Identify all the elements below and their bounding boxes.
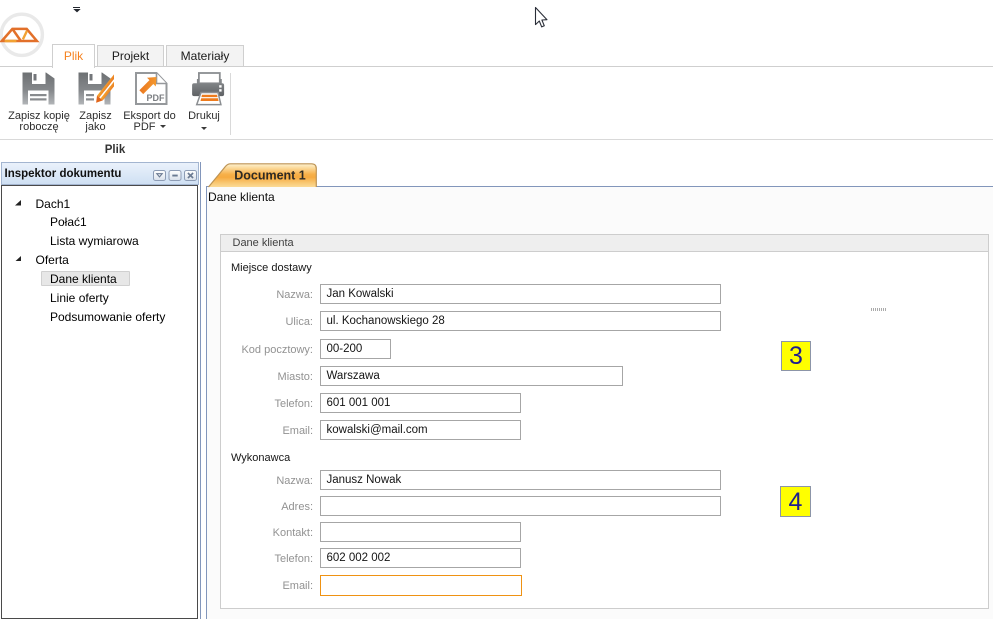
svg-text:PDF: PDF <box>147 93 166 103</box>
svg-text:Document 1: Document 1 <box>234 169 306 183</box>
